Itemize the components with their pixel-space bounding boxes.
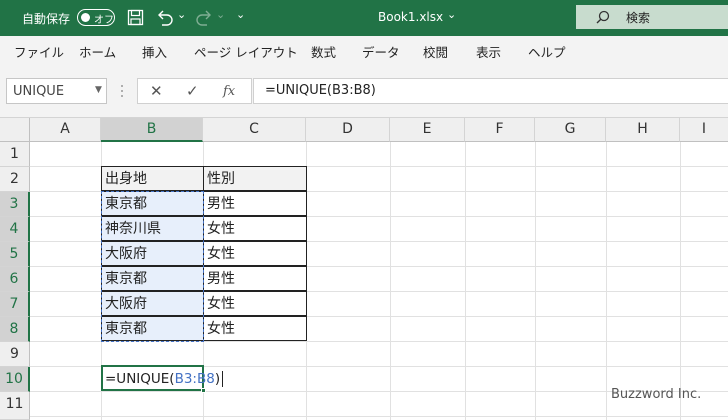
column-header-c[interactable]: C [203,118,306,142]
formula-prefix: =UNIQUE( [105,371,175,387]
enter-icon[interactable]: ✓ [186,82,199,100]
tab-help[interactable]: ヘルプ [528,42,566,61]
column-header-d[interactable]: D [306,118,390,142]
formula-buttons: ✕ ✓ fx [137,78,252,104]
row-header-7[interactable]: 7 [0,292,30,317]
gridline [680,142,681,420]
formula-bar: UNIQUE ▼ ✕ ✓ fx =UNIQUE(B3:B8) [0,66,728,118]
table-header-gender[interactable]: 性別 [203,166,307,191]
tab-home[interactable]: ホーム [79,42,116,61]
row-header-5[interactable]: 5 [0,242,30,267]
autosave-state: オフ [94,15,114,26]
gridline [606,142,607,420]
row-header-1[interactable]: 1 [0,142,30,167]
toggle-knob [81,13,90,22]
customize-qat-icon[interactable]: ⌄ [236,8,245,21]
table-cell-gender[interactable]: 女性 [203,216,307,241]
ribbon-tabs: ファイル ホーム 挿入 ページ レイアウト 数式 データ 校閲 表示 ヘルプ [0,36,728,66]
autosave-toggle[interactable]: オフ [77,9,115,26]
table-cell-birthplace[interactable]: 東京都 [101,191,204,216]
tab-insert[interactable]: 挿入 [142,42,167,61]
table-cell-birthplace[interactable]: 大阪府 [101,291,204,316]
title-caret-icon[interactable]: ⌄ [447,8,456,21]
formula-input[interactable]: =UNIQUE(B3:B8) [253,78,728,104]
gridline [465,142,466,420]
table-cell-birthplace[interactable]: 東京都 [101,266,204,291]
undo-icon[interactable] [156,9,174,26]
table-cell-birthplace[interactable]: 東京都 [101,316,204,341]
tab-data[interactable]: データ [362,42,400,61]
table-header-birthplace[interactable]: 出身地 [101,166,204,191]
tab-formulas[interactable]: 数式 [311,42,336,61]
fill-handle[interactable] [201,388,206,393]
column-header-f[interactable]: F [465,118,535,142]
table-cell-birthplace[interactable]: 神奈川県 [101,216,204,241]
gridline [30,416,728,417]
name-box[interactable]: UNIQUE ▼ [6,78,107,104]
redo-dropdown-icon[interactable]: ⌄ [216,8,225,21]
row-header-2[interactable]: 2 [0,167,30,192]
search-box[interactable]: 検索 [576,5,728,29]
watermark: Buzzword Inc. [611,387,702,402]
table-cell-gender[interactable]: 女性 [203,316,307,341]
search-placeholder: 検索 [626,11,651,25]
row-header-4[interactable]: 4 [0,217,30,242]
save-icon[interactable] [127,9,144,26]
table-cell-gender[interactable]: 女性 [203,241,307,266]
column-header-h[interactable]: H [606,118,680,142]
undo-dropdown-icon[interactable]: ⌄ [177,8,186,21]
gridline [30,341,728,342]
insert-function-icon[interactable]: fx [223,84,235,99]
row-header-3[interactable]: 3 [0,192,30,217]
formula-suffix: ) [214,371,221,387]
table-cell-birthplace[interactable]: 大阪府 [101,241,204,266]
cancel-icon[interactable]: ✕ [150,82,163,100]
autosave-label: 自動保存 [22,12,71,26]
tab-page-layout[interactable]: ページ レイアウト [194,42,298,61]
tab-file[interactable]: ファイル [14,42,64,61]
table-cell-gender[interactable]: 男性 [203,266,307,291]
select-all-corner[interactable] [0,118,30,142]
gridline [535,142,536,420]
formula-reference: B3:B8 [174,371,215,387]
column-header-b[interactable]: B [101,118,203,142]
search-icon [596,10,610,24]
table-cell-gender[interactable]: 女性 [203,291,307,316]
tab-view[interactable]: 表示 [476,42,501,61]
row-header-6[interactable]: 6 [0,267,30,292]
title-bar: 自動保存 オフ ⌄ ⌄ ⌄ Book1.xlsx ⌄ 検索 [0,0,728,36]
row-header-8[interactable]: 8 [0,317,30,342]
workbook-title[interactable]: Book1.xlsx [378,10,443,24]
table-cell-gender[interactable]: 男性 [203,191,307,216]
tab-review[interactable]: 校閲 [423,42,448,61]
row-header-10[interactable]: 10 [0,367,30,392]
column-header-e[interactable]: E [390,118,465,142]
redo-icon[interactable] [195,9,213,26]
column-header-g[interactable]: G [535,118,606,142]
column-header-a[interactable]: A [30,118,101,142]
name-box-dropdown-icon[interactable]: ▼ [95,85,102,95]
text-cursor [222,371,224,387]
name-box-value: UNIQUE [13,84,65,99]
formula-text: =UNIQUE(B3:B8) [265,83,376,98]
column-header-i[interactable]: I [680,118,728,142]
drag-handle-icon[interactable] [119,83,125,99]
worksheet-grid[interactable]: A B C D E F G H I 1 2 3 4 5 6 7 8 9 10 1… [0,118,728,420]
row-header-9[interactable]: 9 [0,342,30,367]
row-header-11[interactable]: 11 [0,392,30,420]
gridline [390,142,391,420]
